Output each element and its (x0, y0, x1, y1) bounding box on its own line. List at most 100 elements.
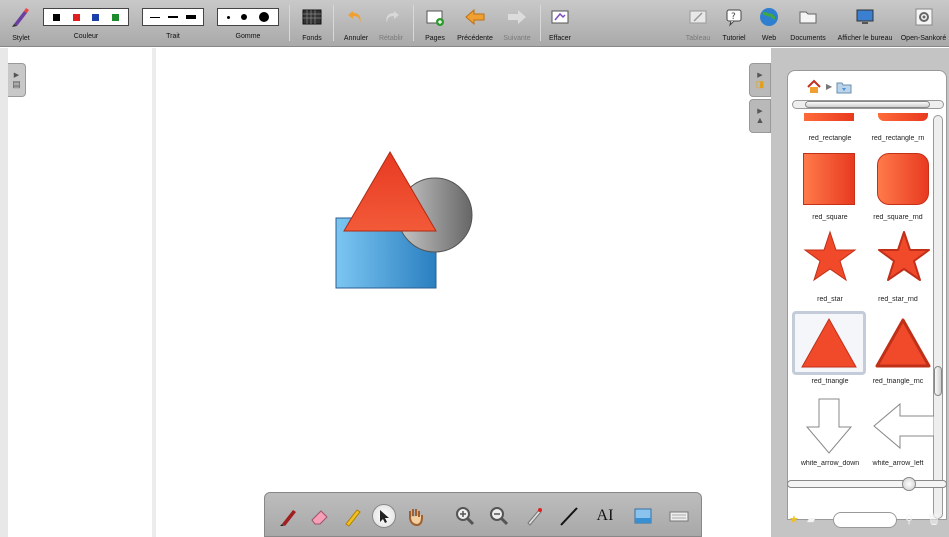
home-icon[interactable] (806, 79, 822, 94)
line-icon (560, 507, 578, 526)
features-tab[interactable]: ▶ ▲ (749, 99, 771, 133)
next-page-button[interactable]: Suivante (499, 2, 535, 42)
eraser-icon (311, 510, 328, 525)
previous-page-button[interactable]: Précédente (455, 2, 495, 42)
left-panel-tab[interactable]: ▶ ▤ (8, 63, 26, 97)
hand-icon (409, 509, 423, 527)
library-item-thumbnail[interactable] (876, 229, 932, 285)
add-page-icon (424, 2, 446, 32)
board-icon (687, 2, 709, 32)
thumbnail-size-slider[interactable] (787, 477, 947, 491)
library-item-label[interactable]: red_square_rnd (864, 214, 932, 221)
new-folder-icon[interactable]: ▰ (807, 513, 815, 526)
search-icon[interactable]: ⚲ (905, 513, 913, 526)
web-button[interactable]: Web (755, 2, 783, 42)
zoom-out-tool[interactable] (487, 504, 511, 528)
zoom-out-icon (490, 507, 509, 526)
line-tool[interactable] (557, 504, 581, 528)
stroke-picker[interactable]: Trait (141, 2, 205, 40)
horizontal-scroll-thumb[interactable] (805, 101, 930, 108)
eraser-medium[interactable] (241, 14, 248, 20)
undo-icon (345, 2, 367, 32)
library-item-label[interactable]: red_rectangle (790, 135, 870, 142)
zoom-in-icon (456, 507, 475, 526)
arrow-right-icon (506, 2, 528, 32)
favorites-star-icon[interactable]: ★ (789, 513, 799, 526)
library-item-label[interactable]: red_triangle (790, 378, 870, 385)
color-swatch-blue[interactable] (92, 13, 100, 21)
library-item-thumbnail[interactable] (804, 397, 854, 455)
pen-icon (280, 510, 296, 526)
vertical-scroll-thumb[interactable] (934, 366, 942, 396)
eraser-large[interactable] (259, 12, 270, 22)
library-icon: ◨ (755, 78, 765, 89)
breadcrumb: ▶ (806, 79, 852, 94)
library-item-label[interactable]: red_star_rnd (864, 296, 932, 303)
stylus-palette: AI (264, 492, 702, 537)
collapse-arrow-icon: ▶ (757, 71, 763, 79)
pointer-tool[interactable] (372, 504, 396, 528)
library-item-thumbnail[interactable] (872, 401, 934, 451)
virtual-keyboard-tool[interactable] (667, 504, 691, 528)
toolbar-separator (333, 5, 334, 41)
hand-tool[interactable] (403, 504, 427, 528)
library-panel: ▶ red_rectangle red_rectangle_rn red_squ… (771, 48, 949, 537)
pages-button[interactable]: Pages (421, 2, 449, 42)
library-item-label[interactable]: red_square (790, 214, 870, 221)
show-desktop-button[interactable]: Afficher le bureau (833, 2, 897, 42)
library-item-thumbnail[interactable] (802, 229, 858, 285)
library-item-thumbnail[interactable] (803, 153, 855, 205)
library-item-thumbnail[interactable] (800, 317, 858, 369)
slider-knob[interactable] (902, 477, 916, 491)
text-tool[interactable]: AI (593, 504, 617, 528)
laser-pointer-icon (527, 508, 542, 526)
redo-icon (380, 2, 402, 32)
library-item-thumbnail[interactable] (804, 113, 854, 121)
text-icon: AI (596, 507, 614, 524)
library-tab[interactable]: ▶ ◨ (749, 63, 771, 97)
board-button[interactable]: Tableau (683, 2, 713, 42)
library-item-label[interactable]: red_rectangle_rn (864, 135, 932, 142)
color-swatch-green[interactable] (111, 13, 119, 21)
stroke-thick[interactable] (186, 15, 196, 19)
color-swatch-red[interactable] (72, 13, 80, 21)
clear-button[interactable]: Effacer (546, 2, 574, 42)
documents-button[interactable]: Documents (788, 2, 828, 42)
undo-button[interactable]: Annuler (341, 2, 371, 42)
background-grid-icon (301, 2, 323, 32)
highlighter-tool[interactable] (341, 504, 365, 528)
capture-tool[interactable] (631, 504, 655, 528)
library-item-thumbnail[interactable] (877, 153, 929, 205)
zoom-in-tool[interactable] (453, 504, 477, 528)
library-item-label[interactable]: white_arrow_down (790, 460, 870, 467)
vertical-scrollbar[interactable] (933, 115, 943, 519)
fonds-button[interactable]: Fonds (299, 2, 325, 42)
tutorial-button[interactable]: ? Tutoriel (719, 2, 749, 42)
eraser-tool[interactable] (308, 504, 332, 528)
open-sankore-button[interactable]: Open-Sankoré (898, 2, 949, 42)
breadcrumb-separator-icon: ▶ (826, 82, 833, 91)
library-item-thumbnail[interactable] (878, 113, 928, 121)
eraser-size-picker[interactable]: Gomme (216, 2, 280, 40)
eraser-small[interactable] (226, 15, 230, 19)
library-item-label[interactable]: red_star (790, 296, 870, 303)
laser-pointer-tool[interactable] (522, 504, 546, 528)
toolbar-separator (413, 5, 414, 41)
library-item-thumbnail[interactable] (874, 317, 932, 369)
stylus-icon (10, 2, 32, 32)
toolbar-separator (289, 5, 290, 41)
color-swatch-black[interactable] (53, 13, 61, 21)
trash-icon[interactable]: 🗑 (927, 513, 941, 526)
stroke-thin[interactable] (150, 16, 160, 18)
library-search-input[interactable] (833, 512, 897, 528)
stroke-medium[interactable] (168, 16, 178, 18)
library-item-label[interactable]: red_triangle_rnc (864, 378, 932, 385)
shapes-folder-icon[interactable] (836, 80, 852, 94)
horizontal-scrollbar[interactable] (792, 100, 944, 109)
color-picker[interactable]: Couleur (42, 2, 130, 40)
library-item-label[interactable]: white_arrow_left (864, 460, 932, 467)
stylet-button[interactable]: Stylet (8, 2, 34, 42)
redo-button[interactable]: Rétablir (376, 2, 406, 42)
pen-tool[interactable] (277, 504, 301, 528)
folder-icon (797, 2, 819, 32)
